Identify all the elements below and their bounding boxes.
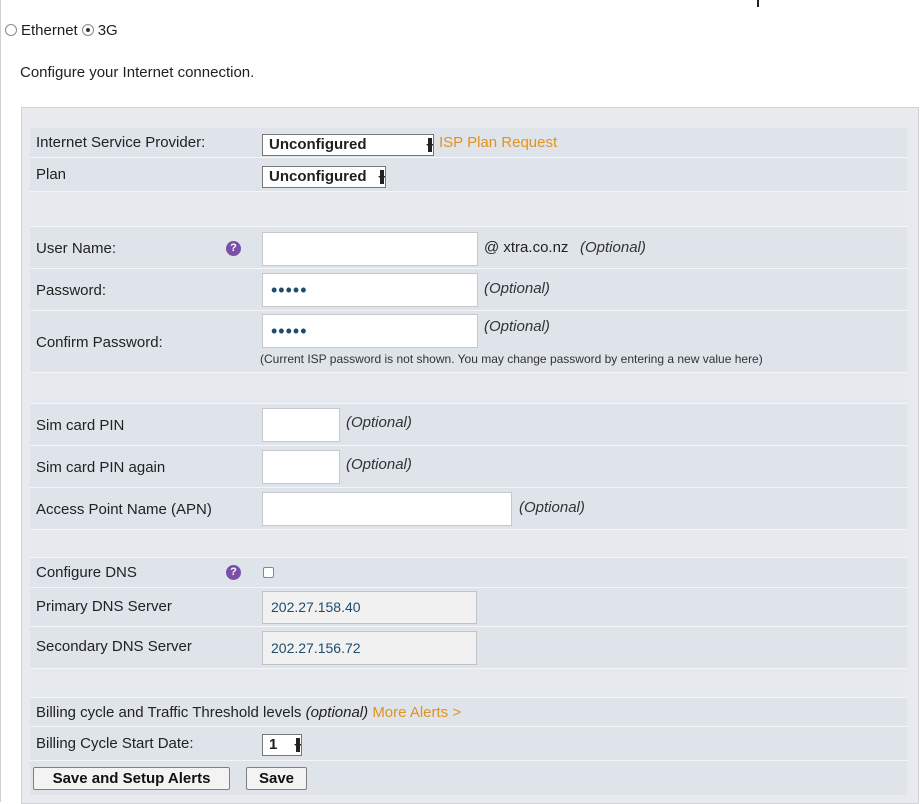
sim-pin-again-optional: (Optional)	[346, 456, 412, 473]
configure-dns-label: Configure DNS	[36, 564, 137, 581]
secondary-dns-label: Secondary DNS Server	[36, 638, 192, 655]
page-top-mark	[757, 0, 759, 7]
isp-label: Internet Service Provider:	[36, 134, 206, 151]
row-buttons: Save and Setup Alerts Save	[30, 761, 907, 795]
password-label: Password:	[36, 282, 107, 299]
page-left-border	[0, 0, 1, 802]
ethernet-radio[interactable]	[5, 24, 17, 36]
row-plan: Plan Unconfigured	[30, 158, 907, 192]
apn-label: Access Point Name (APN)	[36, 501, 212, 518]
save-button[interactable]: Save	[246, 767, 307, 790]
confirm-password-input[interactable]: •••••	[262, 314, 478, 348]
billing-start-select[interactable]: 1	[262, 734, 302, 756]
password-mask: •••••	[271, 280, 308, 300]
configure-dns-checkbox[interactable]	[263, 567, 274, 578]
row-username: User Name: ? @ xtra.co.nz (Optional)	[30, 227, 907, 269]
isp-plan-request-link[interactable]: ISP Plan Request	[439, 134, 557, 151]
username-input[interactable]	[262, 232, 478, 266]
apn-input[interactable]	[262, 492, 512, 526]
chevron-down-icon	[294, 738, 301, 752]
primary-dns-input: 202.27.158.40	[262, 591, 477, 624]
confirm-password-optional: (Optional)	[484, 318, 550, 335]
row-isp: Internet Service Provider: Unconfigured …	[30, 128, 907, 158]
isp-select-value: Unconfigured	[269, 136, 367, 153]
password-note: (Current ISP password is not shown. You …	[260, 352, 763, 366]
row-secondary-dns: Secondary DNS Server 202.27.156.72	[30, 627, 907, 669]
row-billing-heading: Billing cycle and Traffic Threshold leve…	[30, 698, 907, 727]
page-description: Configure your Internet connection.	[20, 64, 255, 81]
username-label: User Name:	[36, 240, 117, 257]
row-spacer	[30, 530, 907, 558]
secondary-dns-input: 202.27.156.72	[262, 631, 477, 665]
row-spacer	[30, 192, 907, 227]
plan-select[interactable]: Unconfigured	[262, 166, 386, 188]
row-confirm-password: Confirm Password: ••••• (Optional) (Curr…	[30, 311, 907, 373]
sim-pin-again-input[interactable]	[262, 450, 340, 484]
billing-heading: Billing cycle and Traffic Threshold leve…	[36, 704, 461, 721]
ethernet-label[interactable]: Ethernet	[21, 22, 78, 39]
sim-pin-input[interactable]	[262, 408, 340, 442]
3g-label[interactable]: 3G	[98, 22, 118, 39]
row-apn: Access Point Name (APN) (Optional)	[30, 488, 907, 530]
sim-pin-again-label: Sim card PIN again	[36, 459, 166, 476]
apn-optional: (Optional)	[519, 499, 585, 516]
billing-heading-text: Billing cycle and Traffic Threshold leve…	[36, 704, 302, 721]
billing-optional: (optional)	[305, 704, 369, 721]
username-optional: (Optional)	[580, 239, 646, 256]
row-spacer	[30, 669, 907, 698]
billing-start-label: Billing Cycle Start Date:	[36, 735, 194, 752]
row-primary-dns: Primary DNS Server 202.27.158.40	[30, 588, 907, 627]
more-alerts-link[interactable]: More Alerts >	[372, 704, 461, 721]
sim-pin-label: Sim card PIN	[36, 417, 125, 434]
confirm-password-mask: •••••	[271, 321, 308, 341]
billing-start-value: 1	[269, 736, 278, 753]
connection-type-group: Ethernet 3G	[5, 20, 118, 40]
row-password: Password: ••••• (Optional)	[30, 269, 907, 311]
help-icon[interactable]: ?	[226, 565, 241, 580]
password-optional: (Optional)	[484, 280, 550, 297]
isp-select[interactable]: Unconfigured	[262, 134, 434, 156]
sim-pin-optional: (Optional)	[346, 414, 412, 431]
row-sim-pin: Sim card PIN (Optional)	[30, 404, 907, 446]
row-configure-dns: Configure DNS ?	[30, 558, 907, 588]
row-spacer	[30, 373, 907, 404]
save-and-setup-alerts-button[interactable]: Save and Setup Alerts	[33, 767, 230, 790]
row-billing-start: Billing Cycle Start Date: 1	[30, 727, 907, 761]
3g-radio[interactable]	[81, 24, 94, 36]
plan-label: Plan	[36, 166, 67, 183]
username-domain: @ xtra.co.nz	[484, 239, 569, 256]
confirm-password-label: Confirm Password:	[36, 334, 163, 351]
password-input[interactable]: •••••	[262, 273, 478, 307]
plan-select-value: Unconfigured	[269, 168, 367, 185]
help-icon[interactable]: ?	[226, 241, 241, 256]
primary-dns-label: Primary DNS Server	[36, 598, 172, 615]
chevron-down-icon	[378, 170, 385, 184]
row-sim-pin-again: Sim card PIN again (Optional)	[30, 446, 907, 488]
chevron-down-icon	[426, 138, 433, 152]
